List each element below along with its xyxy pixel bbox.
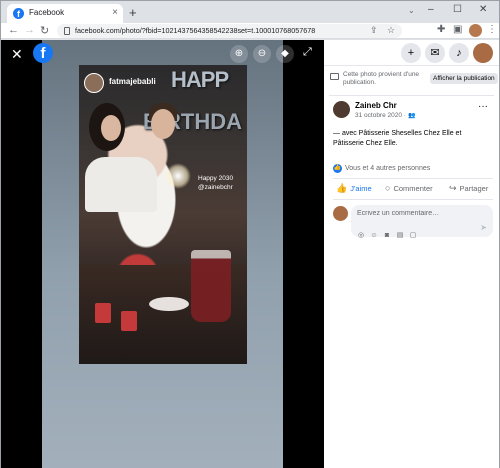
photo-cup (95, 303, 111, 323)
notice-text: Cette photo provient d'une publication. (343, 71, 420, 86)
back-icon[interactable]: ← (8, 24, 19, 36)
avatar-sticker-icon[interactable]: ◎ (357, 232, 365, 240)
photo-child (151, 109, 175, 139)
like-reaction-icon: 👍 (333, 164, 342, 173)
story-username: fatmajebabli (109, 77, 156, 86)
share-page-icon[interactable]: ⇪ (370, 25, 378, 36)
share-button[interactable]: ↪ Partager (449, 183, 488, 194)
messenger-icon[interactable]: ✉ (425, 43, 445, 63)
comment-tools: ◎ ☺ ◙ ▤ ▢ (357, 224, 422, 242)
camera-icon[interactable]: ◙ (383, 232, 391, 240)
close-window-button[interactable]: ✕ (479, 4, 487, 15)
photo-sparkler (165, 163, 191, 189)
comment-box[interactable]: ◎ ☺ ◙ ▤ ▢ ➤ (351, 205, 493, 239)
profile-avatar[interactable] (469, 24, 482, 37)
more-options-icon[interactable]: ··· (478, 101, 488, 112)
divider (333, 178, 493, 179)
maximize-button[interactable]: ☐ (453, 4, 462, 15)
url-text: facebook.com/photo/?fbid=102143756435854… (75, 26, 316, 35)
extensions-icon[interactable]: ✚ (437, 24, 445, 35)
browser-toolbar: ← → ↻ facebook.com/photo/?fbid=102143756… (1, 23, 499, 39)
photo-pitcher (191, 250, 231, 322)
author-name[interactable]: Zaineb Chr (355, 101, 397, 110)
tab-title: Facebook (29, 8, 65, 17)
gif-icon[interactable]: ▤ (396, 232, 404, 240)
photo-cup (121, 311, 137, 331)
photo-person-shirt (85, 157, 157, 212)
bookmark-star-icon[interactable]: ☆ (387, 25, 395, 36)
balloon-text-top: HAPP (171, 67, 229, 92)
browser-window: f Facebook × + ⌄ – ☐ ✕ ← → ↻ facebook.co… (0, 0, 500, 468)
forward-icon[interactable]: → (24, 24, 35, 36)
send-icon[interactable]: ➤ (480, 223, 487, 232)
comment-button[interactable]: ○ Commenter (385, 183, 433, 193)
like-icon: 👍 (336, 183, 348, 193)
share-label: Partager (459, 184, 489, 193)
story-caption-line: Happy 2030 (198, 175, 234, 182)
like-label: J'aime (350, 184, 372, 193)
address-bar[interactable]: facebook.com/photo/?fbid=102143756435854… (57, 24, 402, 38)
share-icon: ↪ (449, 183, 457, 193)
tab-facebook[interactable]: f Facebook × (7, 4, 123, 23)
comment-label: Commenter (393, 184, 433, 193)
post-actions: 👍 J'aime ○ Commenter ↪ Partager (324, 181, 499, 197)
divider (333, 199, 493, 200)
audience-icon: 👥 (407, 113, 416, 119)
author-avatar[interactable] (333, 101, 350, 118)
new-tab-button[interactable]: + (129, 5, 137, 20)
story-photo[interactable]: HAPP BIRTHDA fatmajebabli Happy 2030 @za… (79, 65, 247, 364)
photo-person-face (101, 115, 121, 141)
facebook-topbar: + ✉ ♪ (324, 40, 499, 66)
story-user-avatar (84, 73, 104, 93)
tag-icon[interactable]: ◆ (276, 45, 294, 63)
post-panel: + ✉ ♪ Cette photo provient d'une publica… (324, 40, 499, 468)
story-caption: Happy 2030 @zainebchr (198, 174, 233, 192)
post-source-icon (330, 73, 339, 80)
tab-search-icon[interactable]: ⌄ (408, 6, 415, 15)
lock-icon (64, 27, 70, 35)
menu-icon[interactable]: ⋮ (487, 24, 497, 35)
close-viewer-icon[interactable]: ✕ (11, 46, 23, 63)
fullscreen-icon[interactable]: ⤢ (303, 46, 312, 59)
post-date[interactable]: 31 octobre 2020 · 👥 (355, 112, 415, 119)
zoom-out-icon[interactable]: ⊖ (253, 45, 271, 63)
minimize-button[interactable]: – (428, 4, 434, 15)
reactions-count[interactable]: Vous et 4 autres personnes (345, 165, 430, 172)
bell-icon[interactable]: ♪ (449, 43, 469, 63)
account-avatar[interactable] (473, 43, 493, 63)
reload-icon[interactable]: ↻ (40, 24, 49, 37)
like-button[interactable]: 👍 J'aime (336, 183, 372, 194)
facebook-favicon-icon: f (13, 8, 24, 19)
show-post-button[interactable]: Afficher la publication (430, 73, 498, 84)
sticker-icon[interactable]: ▢ (409, 232, 417, 240)
post-text: — avec Pâtisserie Sheselles Chez Elle et… (333, 130, 462, 147)
story-caption-mention: @zainebchr (198, 184, 233, 191)
source-notice: Cette photo provient d'une publication. … (329, 71, 499, 91)
emoji-icon[interactable]: ☺ (370, 232, 378, 240)
tab-strip: f Facebook × + ⌄ – ☐ ✕ (1, 1, 499, 23)
comment-icon: ○ (385, 183, 391, 193)
zoom-in-icon[interactable]: ⊕ (230, 45, 248, 63)
comment-input[interactable] (357, 208, 487, 218)
commenter-avatar (333, 206, 348, 221)
divider (329, 95, 494, 96)
plus-icon[interactable]: + (401, 43, 421, 63)
side-panel-icon[interactable]: ▣ (453, 24, 462, 35)
tab-close-icon[interactable]: × (112, 7, 118, 18)
photo-plate (149, 297, 189, 311)
facebook-logo-icon[interactable]: f (33, 43, 53, 63)
post-date-text: 31 octobre 2020 · (355, 112, 406, 119)
